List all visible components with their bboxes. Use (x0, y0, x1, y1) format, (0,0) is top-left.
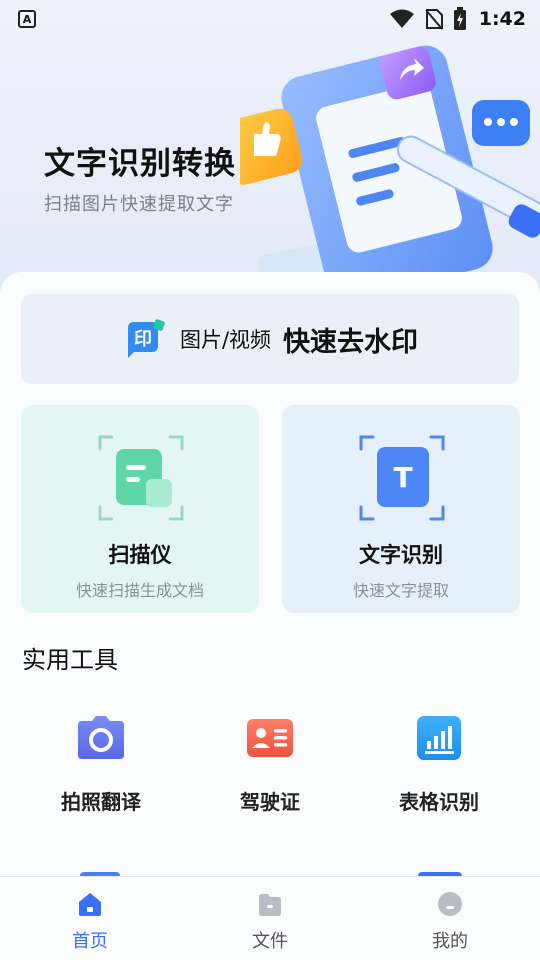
banner-main-text: 快速去水印 (283, 326, 419, 358)
clock: 1:42 (478, 8, 526, 30)
tab-profile-label: 我的 (432, 931, 468, 952)
tool-drivers-license[interactable]: 驾驶证 (205, 712, 335, 815)
document-scan-illustration (240, 45, 540, 300)
text-recognition-card[interactable]: T 文字识别 快速文字提取 (282, 405, 520, 613)
tab-files-label: 文件 (252, 931, 288, 952)
banner-prefix: 图片/视频 (179, 328, 272, 352)
wifi-icon (389, 9, 414, 28)
tool-table-recognition-label: 表格识别 (399, 790, 479, 814)
table-chart-icon (417, 716, 461, 760)
folder-icon (259, 894, 281, 916)
bottom-tab-bar: 首页 文件 我的 (0, 876, 540, 960)
watermark-logo-icon: 印 (127, 319, 165, 358)
status-bar: A 1:42 (0, 0, 540, 38)
text-recognition-title: 文字识别 (359, 543, 443, 567)
home-icon (79, 893, 101, 916)
watermark-removal-banner[interactable]: 印 图片/视频 快速去水印 (21, 294, 519, 384)
id-card-icon (247, 719, 293, 757)
battery-charging-icon (453, 7, 466, 30)
notification-a-icon: A (18, 10, 36, 28)
text-recognition-icon: T (359, 435, 445, 521)
hero-subtitle: 扫描图片快速提取文字 (44, 194, 234, 215)
tool-drivers-license-label: 驾驶证 (240, 790, 300, 814)
camera-icon (78, 716, 124, 759)
tool-photo-translate-label: 拍照翻译 (61, 790, 141, 814)
tab-home-label: 首页 (72, 931, 108, 952)
text-recognition-desc: 快速文字提取 (352, 581, 449, 600)
tool-photo-translate[interactable]: 拍照翻译 (36, 712, 166, 815)
scanner-desc: 快速扫描生成文档 (75, 581, 204, 600)
profile-icon (438, 892, 462, 916)
scanner-card[interactable]: 扫描仪 快速扫描生成文档 (21, 405, 259, 613)
scanner-title: 扫描仪 (108, 543, 172, 567)
hero-title: 文字识别转换 (44, 146, 236, 182)
text-recognition-icon-char: T (393, 461, 412, 494)
no-sim-icon (424, 9, 443, 30)
hero-banner: A 1:42 文字识别转换 扫描图片快速提取文字 (0, 0, 540, 300)
tab-profile[interactable]: 我的 (405, 889, 495, 953)
tool-table-recognition[interactable]: 表格识别 (374, 712, 504, 815)
scanner-icon (98, 435, 184, 521)
watermark-logo-char: 印 (134, 329, 152, 350)
tools-section-title: 实用工具 (22, 646, 118, 674)
tab-home[interactable]: 首页 (45, 889, 135, 953)
tab-files[interactable]: 文件 (225, 889, 315, 953)
